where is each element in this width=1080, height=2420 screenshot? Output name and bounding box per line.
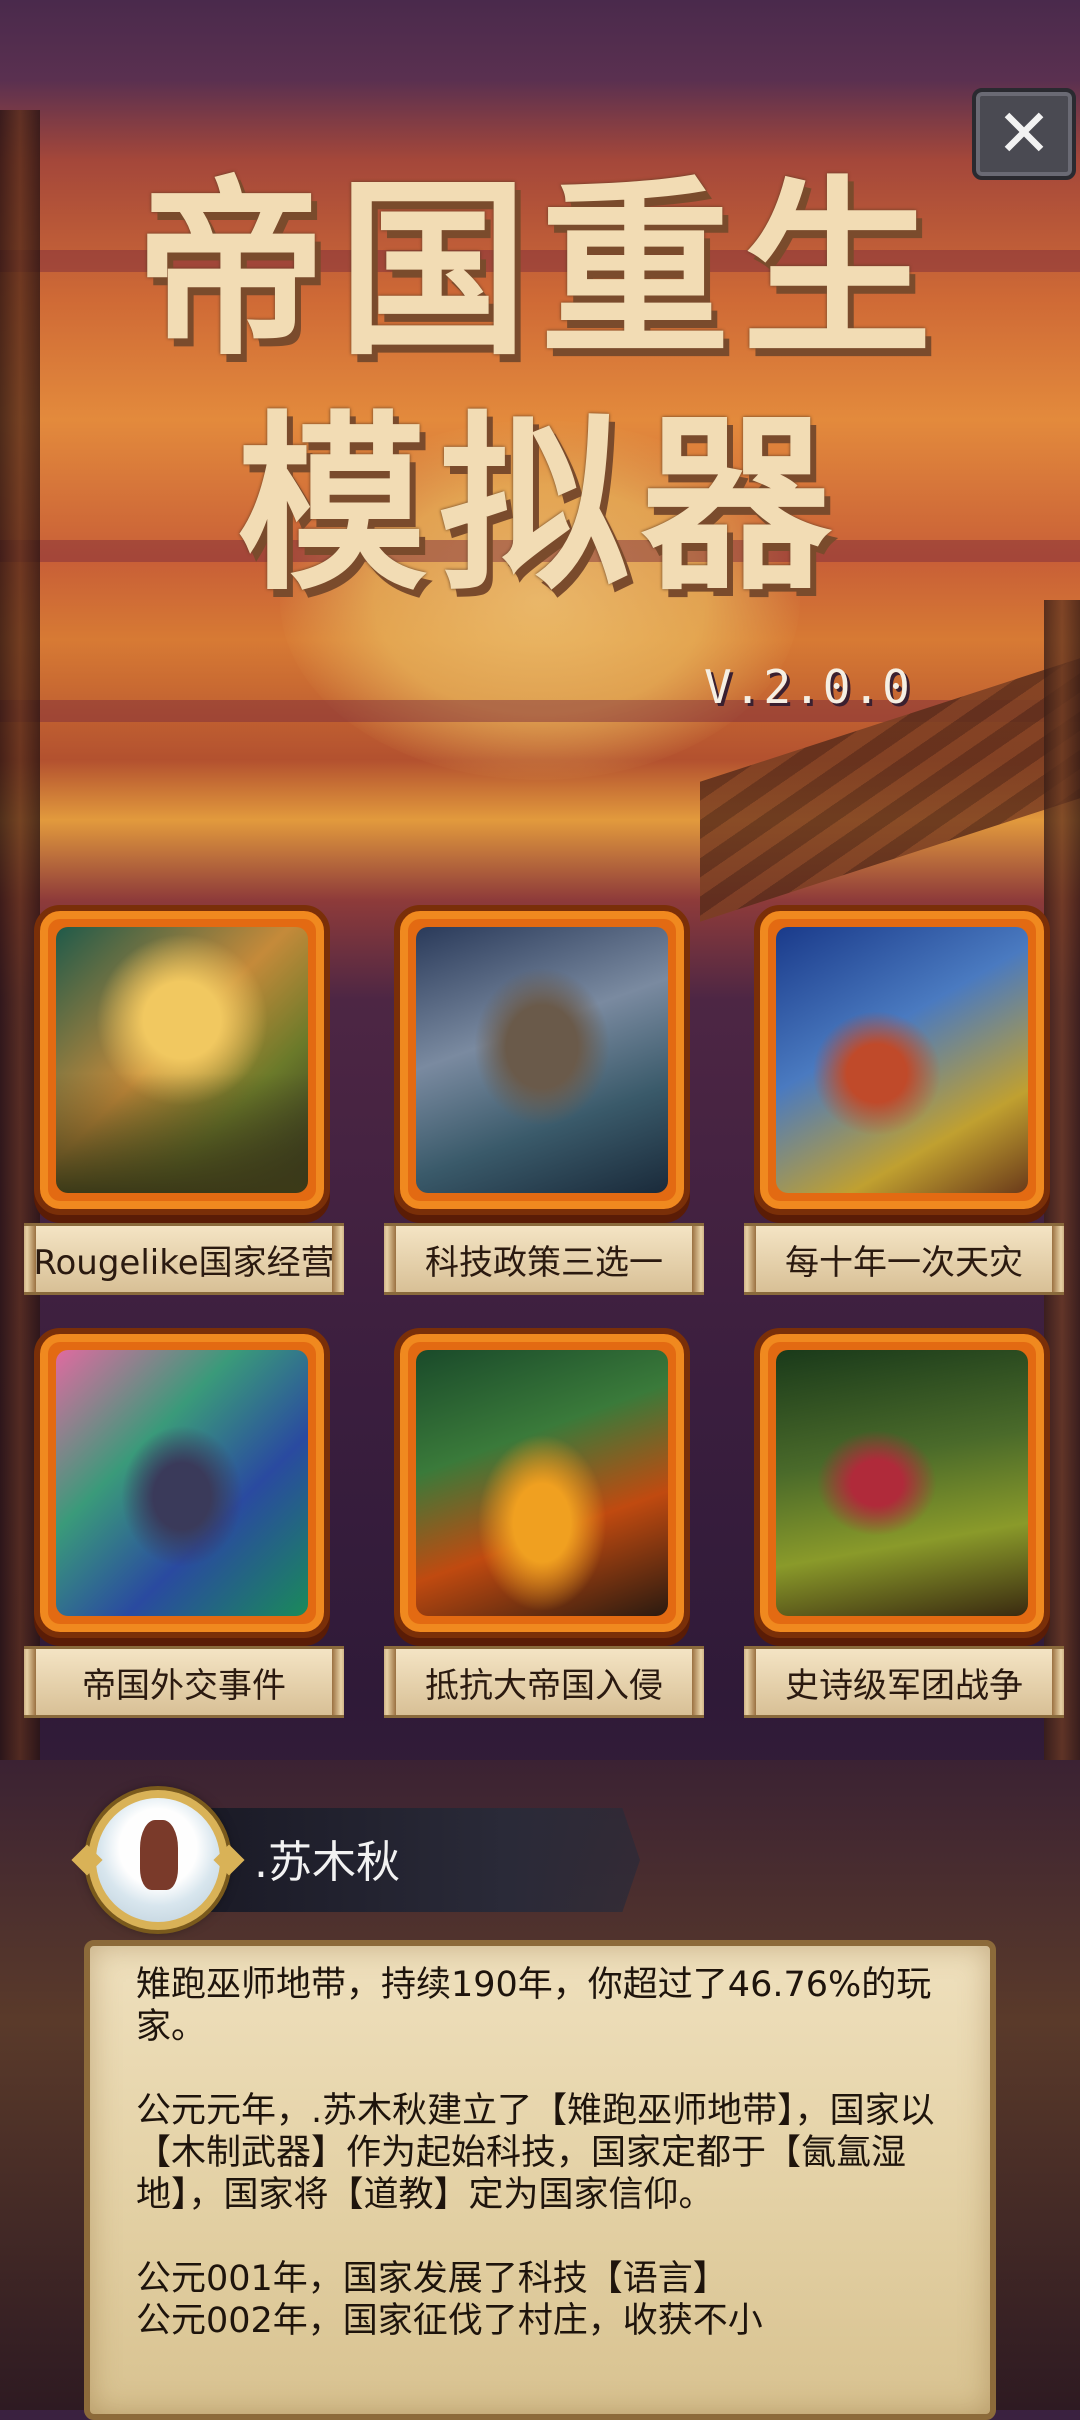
army-art [776, 1350, 1028, 1616]
feature-frame [394, 1328, 690, 1638]
player-name: .苏木秋 [254, 1837, 400, 1888]
feature-card[interactable]: 史诗级军团战争 [744, 1328, 1080, 1728]
feature-frame [34, 905, 330, 1215]
feature-label: 帝国外交事件 [24, 1646, 344, 1718]
avatar[interactable] [88, 1790, 228, 1930]
knights-art [776, 927, 1028, 1193]
feature-card[interactable]: 科技政策三选一 [384, 905, 724, 1305]
feature-frame [34, 1328, 330, 1638]
game-title-line1: 帝国重生 [135, 158, 944, 381]
log-entry: 公元002年，国家征伐了村庄，收获不小 [136, 2301, 763, 2341]
close-button[interactable]: ✕ [972, 88, 1076, 180]
feature-frame [754, 1328, 1050, 1638]
feature-card[interactable]: 每十年一次天灾 [744, 905, 1080, 1305]
log-entry: 公元001年，国家发展了科技【语言】 [136, 2259, 728, 2299]
town-art [56, 927, 308, 1193]
feature-card[interactable]: 帝国外交事件 [24, 1328, 364, 1728]
feature-frame [754, 905, 1050, 1215]
history-log-text: 雉跑巫师地带，持续190年，你超过了46.76%的玩家。 公元元年，.苏木秋建立… [136, 1964, 950, 2342]
feature-label: 抵抗大帝国入侵 [384, 1646, 704, 1718]
feature-label: 每十年一次天灾 [744, 1223, 1064, 1295]
close-icon: ✕ [996, 95, 1052, 172]
feature-card[interactable]: 抵抗大帝国入侵 [384, 1328, 724, 1728]
avatar-figure [140, 1820, 178, 1890]
log-paragraph: 公元元年，.苏木秋建立了【雉跑巫师地带】，国家以【木制武器】作为起始科技，国家定… [136, 2091, 935, 2215]
log-summary: 雉跑巫师地带，持续190年，你超过了46.76%的玩家。 [136, 1965, 932, 2047]
feature-label: 史诗级军团战争 [744, 1646, 1064, 1718]
feature-label: Rougelike国家经营 [24, 1223, 344, 1295]
statue-art [416, 927, 668, 1193]
feature-card[interactable]: Rougelike国家经营 [24, 905, 364, 1305]
battle-fire-art [416, 1350, 668, 1616]
feature-frame [394, 905, 690, 1215]
warrior-art [56, 1350, 308, 1616]
history-log-panel[interactable]: 雉跑巫师地带，持续190年，你超过了46.76%的玩家。 公元元年，.苏木秋建立… [84, 1940, 996, 2420]
feature-label: 科技政策三选一 [384, 1223, 704, 1295]
game-title-line2: 模拟器 [236, 393, 843, 616]
version-label: V.2.0.0 [704, 660, 912, 714]
